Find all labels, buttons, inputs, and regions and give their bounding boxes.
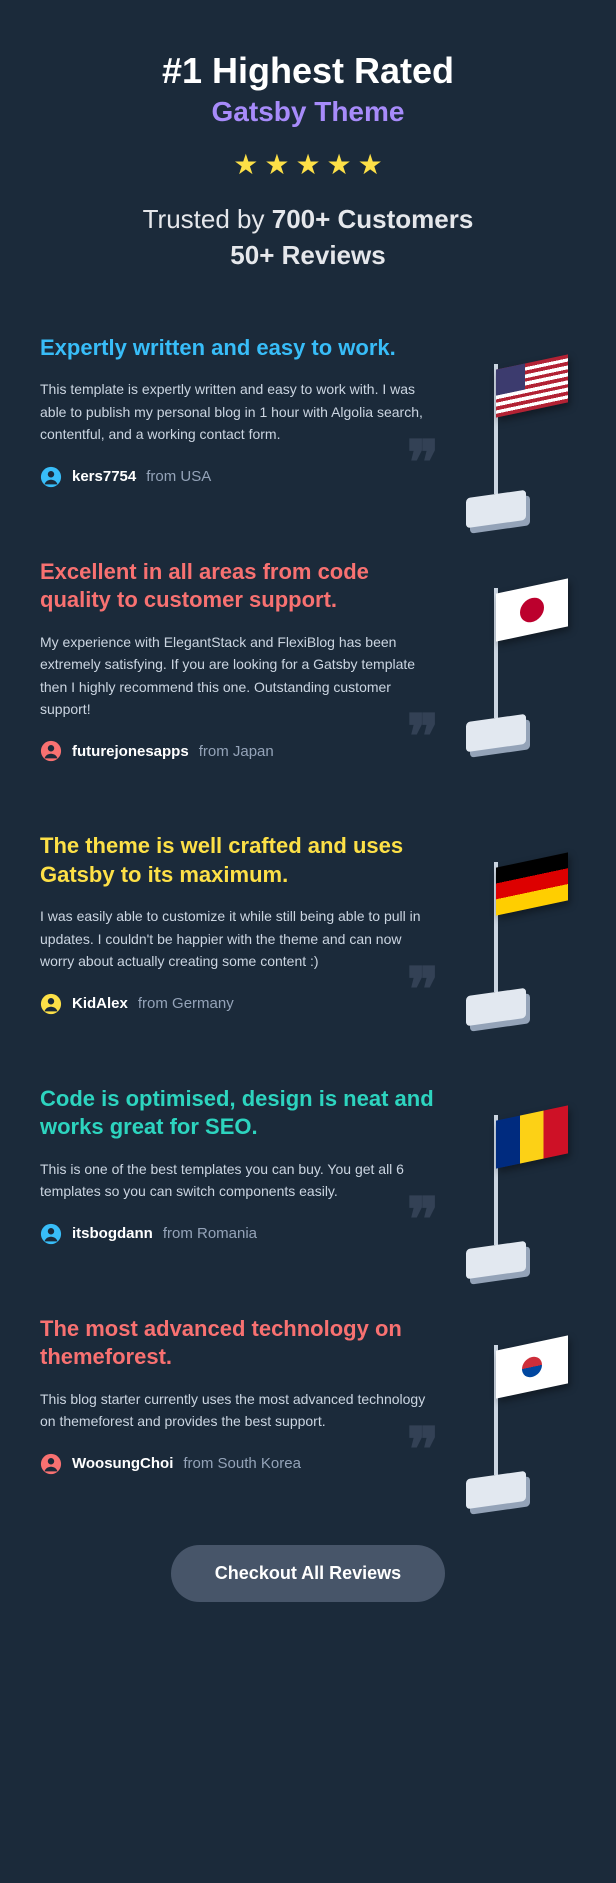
checkout-reviews-button[interactable]: Checkout All Reviews: [171, 1545, 445, 1602]
flag-icon: [496, 354, 568, 417]
quote-icon: ❞: [407, 1415, 431, 1485]
star-icon: ★: [264, 148, 289, 181]
flag-graphic: [456, 568, 586, 748]
flag-icon: [496, 1335, 568, 1398]
quote-icon: ❞: [407, 428, 431, 498]
hero-title: #1 Highest Rated: [40, 50, 576, 92]
author-location: from USA: [146, 468, 211, 485]
flag-graphic: [456, 1095, 586, 1275]
review-author: futurejonesapps from Japan: [40, 740, 436, 762]
author-location: from Japan: [199, 743, 274, 760]
star-icon: ★: [295, 148, 320, 181]
quote-icon: ❞: [407, 955, 431, 1025]
review-body: This blog starter currently uses the mos…: [40, 1388, 436, 1433]
flag-icon: [496, 853, 568, 916]
user-icon: [40, 993, 62, 1015]
trust-reviews: 50+ Reviews: [230, 240, 385, 270]
user-icon: [40, 466, 62, 488]
review-body: I was easily able to customize it while …: [40, 905, 436, 972]
trust-customers: 700+ Customers: [272, 204, 474, 234]
author-location: from South Korea: [183, 1455, 301, 1472]
review-body: My experience with ElegantStack and Flex…: [40, 631, 436, 721]
flag-base: [466, 490, 526, 528]
review-card: The most advanced technology on themefor…: [40, 1315, 576, 1475]
flag-base: [466, 713, 526, 751]
review-card: Code is optimised, design is neat and wo…: [40, 1085, 576, 1245]
flag-graphic: [456, 344, 586, 524]
star-rating: ★ ★ ★ ★ ★: [40, 148, 576, 181]
quote-icon: ❞: [407, 702, 431, 772]
review-author: itsbogdann from Romania: [40, 1223, 436, 1245]
star-icon: ★: [327, 148, 352, 181]
author-name: KidAlex: [72, 995, 128, 1012]
review-card: Excellent in all areas from code quality…: [40, 558, 576, 763]
cta-section: Checkout All Reviews: [40, 1545, 576, 1602]
author-name: futurejonesapps: [72, 743, 189, 760]
author-name: kers7754: [72, 468, 136, 485]
flag-icon: [496, 1105, 568, 1168]
user-icon: [40, 1223, 62, 1245]
hero-section: #1 Highest Rated Gatsby Theme ★ ★ ★ ★ ★ …: [40, 50, 576, 274]
flag-icon: [496, 578, 568, 641]
user-icon: [40, 1453, 62, 1475]
review-title: Expertly written and easy to work.: [40, 334, 436, 363]
review-author: WoosungChoi from South Korea: [40, 1453, 436, 1475]
author-location: from Germany: [138, 995, 234, 1012]
review-body: This template is expertly written and ea…: [40, 378, 436, 445]
star-icon: ★: [358, 148, 383, 181]
review-title: Code is optimised, design is neat and wo…: [40, 1085, 436, 1142]
star-icon: ★: [233, 148, 258, 181]
author-name: WoosungChoi: [72, 1455, 173, 1472]
review-card: The theme is well crafted and uses Gatsb…: [40, 832, 576, 1014]
trust-line: Trusted by 700+ Customers 50+ Reviews: [40, 201, 576, 274]
review-title: The theme is well crafted and uses Gatsb…: [40, 832, 436, 889]
flag-graphic: [456, 1325, 586, 1505]
review-author: KidAlex from Germany: [40, 993, 436, 1015]
flag-graphic: [456, 842, 586, 1022]
flag-base: [466, 1240, 526, 1278]
review-body: This is one of the best templates you ca…: [40, 1158, 436, 1203]
trust-prefix: Trusted by: [143, 204, 272, 234]
author-location: from Romania: [163, 1225, 257, 1242]
user-icon: [40, 740, 62, 762]
flag-base: [466, 988, 526, 1026]
review-title: Excellent in all areas from code quality…: [40, 558, 436, 615]
review-title: The most advanced technology on themefor…: [40, 1315, 436, 1372]
review-author: kers7754 from USA: [40, 466, 436, 488]
review-card: Expertly written and easy to work. This …: [40, 334, 576, 488]
hero-subtitle: Gatsby Theme: [40, 96, 576, 128]
author-name: itsbogdann: [72, 1225, 153, 1242]
flag-base: [466, 1470, 526, 1508]
quote-icon: ❞: [407, 1185, 431, 1255]
